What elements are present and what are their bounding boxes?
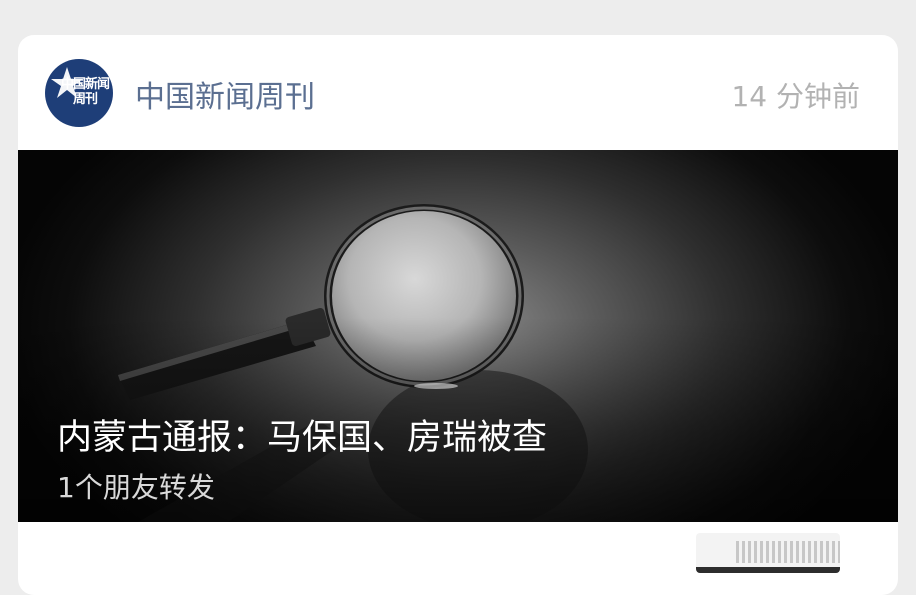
post-time: 14 分钟前: [731, 80, 860, 113]
account-name[interactable]: 中国新闻周刊: [135, 72, 315, 116]
article-title[interactable]: 内蒙古通报：马保国、房瑞被查: [57, 409, 547, 460]
thumbnail-pattern: [736, 541, 840, 563]
article-cover-image[interactable]: 内蒙古通报：马保国、房瑞被查 1个朋友转发: [18, 150, 898, 522]
thumbnail-bar: [696, 567, 840, 573]
card-header: 中国新闻周刊 中国新闻周刊 14 分钟前: [18, 35, 898, 150]
next-item-thumbnail[interactable]: [696, 533, 840, 573]
article-card[interactable]: 中国新闻周刊 中国新闻周刊 14 分钟前 内蒙古通报：马保国、房瑞被查 1个朋友…: [18, 35, 898, 595]
forward-note: 1个朋友转发: [57, 471, 215, 504]
avatar[interactable]: 中国新闻周刊: [45, 59, 113, 127]
avatar-logo-text: 中国新闻周刊: [60, 77, 110, 107]
